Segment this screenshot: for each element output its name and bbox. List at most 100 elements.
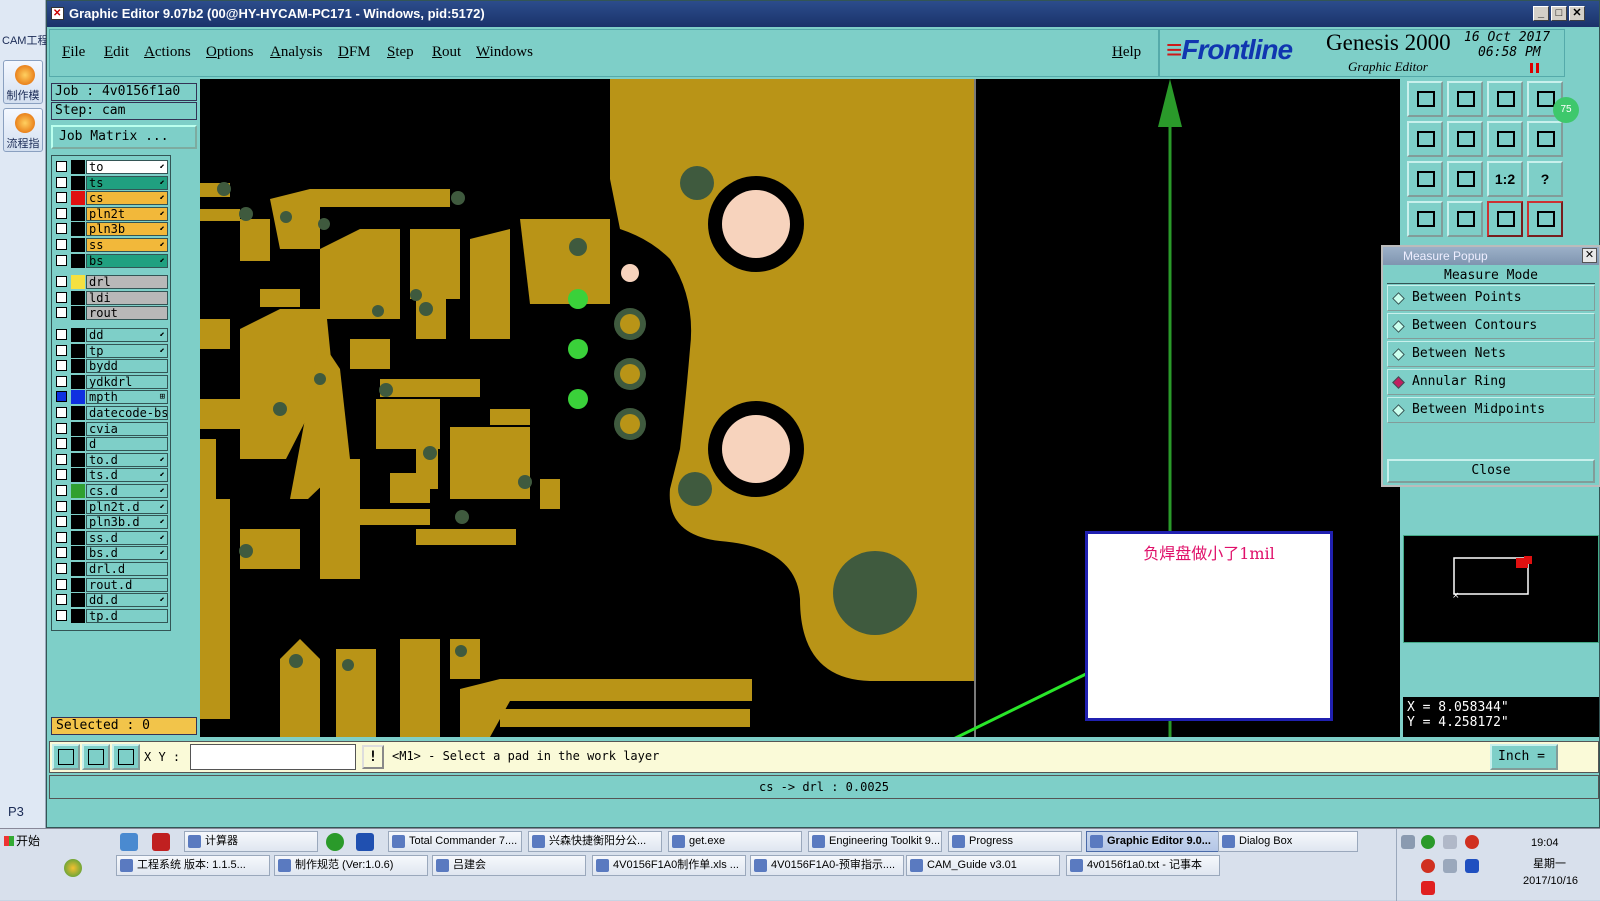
layer-row[interactable]: ydkdrl <box>54 374 170 389</box>
layer-color-swatch[interactable] <box>71 437 85 452</box>
taskbar-button[interactable]: 兴森快捷衡阳分公... <box>528 831 662 852</box>
layer-checkbox[interactable] <box>56 453 67 465</box>
tray-icon[interactable] <box>1443 835 1457 849</box>
measure-popup-title[interactable]: Measure Popup <box>1383 247 1599 265</box>
layer-color-swatch[interactable] <box>71 206 85 221</box>
layer-row[interactable]: d <box>54 437 170 452</box>
tool-button-icon[interactable] <box>1407 201 1443 237</box>
tool-button-icon[interactable] <box>1487 121 1523 157</box>
zoom-in-icon[interactable] <box>52 744 80 770</box>
tool-button-icon[interactable] <box>1527 201 1563 237</box>
ie-icon[interactable] <box>326 833 344 851</box>
menu-windows[interactable]: Windows <box>476 44 533 61</box>
notification-badge[interactable]: 75 <box>1553 97 1579 123</box>
overview-map[interactable]: × <box>1403 535 1599 643</box>
layer-row[interactable]: dd ⬋ <box>54 328 170 342</box>
layer-color-swatch[interactable] <box>71 421 85 436</box>
measure-popup-close-icon[interactable]: ✕ <box>1582 248 1597 263</box>
layer-row[interactable]: pln3b ⬋ <box>54 222 170 237</box>
tool-button-icon[interactable] <box>1527 121 1563 157</box>
layer-name[interactable]: bs.d ⬋ <box>86 546 168 561</box>
layer-name[interactable]: tp.d <box>86 608 168 623</box>
taskbar-button[interactable]: get.exe <box>668 831 802 852</box>
layer-name[interactable]: ss.d ⬋ <box>86 530 168 545</box>
tray-icon[interactable] <box>1421 835 1435 849</box>
layer-name[interactable]: d <box>86 437 168 452</box>
layer-name[interactable]: rout.d <box>86 577 168 592</box>
layer-color-swatch[interactable] <box>71 290 85 305</box>
layer-color-swatch[interactable] <box>71 343 85 358</box>
layer-name[interactable]: pln3b ⬋ <box>86 222 168 237</box>
layer-row[interactable]: pln2t.d ⬋ <box>54 499 170 514</box>
menu-dfm[interactable]: DFM <box>338 44 371 61</box>
layer-checkbox[interactable] <box>56 192 67 204</box>
tool-button-icon[interactable] <box>1447 161 1483 197</box>
snap-toggle-button[interactable]: ! <box>362 745 384 769</box>
tool-button-icon[interactable]: ? <box>1527 161 1563 197</box>
layer-name[interactable]: ts ⬋ <box>86 175 168 190</box>
layer-color-swatch[interactable] <box>71 406 85 420</box>
measure-option-between-points[interactable]: Between Points <box>1387 285 1595 311</box>
layer-row[interactable]: tp ⬋ <box>54 343 170 358</box>
tray-icon[interactable] <box>1465 859 1479 873</box>
taskbar-button[interactable]: Graphic Editor 9.0... <box>1086 831 1220 852</box>
layer-color-swatch[interactable] <box>71 222 85 237</box>
layer-checkbox[interactable] <box>56 422 67 434</box>
taskbar-button[interactable]: Progress <box>948 831 1082 852</box>
layer-row[interactable]: pln3b.d ⬋ <box>54 515 170 530</box>
measure-option-between-contours[interactable]: Between Contours <box>1387 313 1595 339</box>
layer-row[interactable]: rout.d <box>54 577 170 592</box>
clock-time[interactable]: 19:04 <box>1531 837 1559 849</box>
layer-checkbox[interactable] <box>56 291 67 303</box>
layer-checkbox[interactable] <box>56 207 67 219</box>
layer-row[interactable]: cs ⬋ <box>54 191 170 206</box>
layer-name[interactable]: bs ⬋ <box>86 253 168 268</box>
layer-row[interactable]: cvia <box>54 421 170 436</box>
layer-checkbox[interactable] <box>56 547 67 559</box>
taskbar-button[interactable]: Total Commander 7.... <box>388 831 522 852</box>
layer-color-swatch[interactable] <box>71 499 85 514</box>
tool-button-icon[interactable] <box>1447 81 1483 117</box>
layer-name[interactable]: drl <box>86 275 168 290</box>
layer-checkbox[interactable] <box>56 161 67 172</box>
layer-checkbox[interactable] <box>56 500 67 512</box>
layer-row[interactable]: ss ⬋ <box>54 238 170 252</box>
layer-row[interactable]: cs.d ⬋ <box>54 484 170 498</box>
layer-checkbox[interactable] <box>56 307 67 319</box>
quicklaunch-icon[interactable] <box>64 859 82 877</box>
tool-button-icon[interactable] <box>1447 201 1483 237</box>
taskbar-button[interactable]: 吕建会 <box>432 855 586 876</box>
pause-icon[interactable] <box>1530 63 1539 73</box>
pdf-icon[interactable] <box>152 833 170 851</box>
menu-step[interactable]: Step <box>387 44 414 61</box>
layer-color-swatch[interactable] <box>71 238 85 252</box>
zoom-out-icon[interactable] <box>82 744 110 770</box>
tool-button-icon[interactable]: 1:2 <box>1487 161 1523 197</box>
taskbar-button[interactable]: 4v0156f1a0.txt - 记事本 <box>1066 855 1220 876</box>
layer-checkbox[interactable] <box>56 469 67 481</box>
layer-checkbox[interactable] <box>56 594 67 606</box>
layer-row[interactable]: ts ⬋ <box>54 175 170 190</box>
layer-name[interactable]: cs.d ⬋ <box>86 484 168 498</box>
taskbar-button[interactable]: 计算器 <box>184 831 318 852</box>
layer-color-swatch[interactable] <box>71 253 85 268</box>
layer-name[interactable]: ss ⬋ <box>86 238 168 252</box>
layer-name[interactable]: cvia <box>86 421 168 436</box>
layer-name[interactable]: bydd <box>86 359 168 374</box>
layer-name[interactable]: drl.d <box>86 562 168 576</box>
quicklaunch-icon[interactable] <box>120 833 138 851</box>
tray-icon[interactable] <box>1421 881 1435 895</box>
layer-row[interactable]: ts.d ⬋ <box>54 468 170 483</box>
taskbar-button[interactable]: CAM_Guide v3.01 <box>906 855 1060 876</box>
layer-checkbox[interactable] <box>56 516 67 528</box>
taskbar-button[interactable]: Engineering Toolkit 9.... <box>808 831 942 852</box>
layer-row[interactable]: ss.d ⬋ <box>54 530 170 545</box>
menu-file[interactable]: File <box>62 44 85 61</box>
minimize-button[interactable]: _ <box>1533 6 1549 21</box>
layer-checkbox[interactable] <box>56 360 67 372</box>
layer-color-swatch[interactable] <box>71 328 85 342</box>
measure-close-button[interactable]: Close <box>1387 459 1595 483</box>
taskbar-button[interactable]: 4V0156F1A0-预审指示.... <box>750 855 904 876</box>
layer-name[interactable]: to ⬋ <box>86 160 168 174</box>
tool-button-icon[interactable] <box>1487 201 1523 237</box>
